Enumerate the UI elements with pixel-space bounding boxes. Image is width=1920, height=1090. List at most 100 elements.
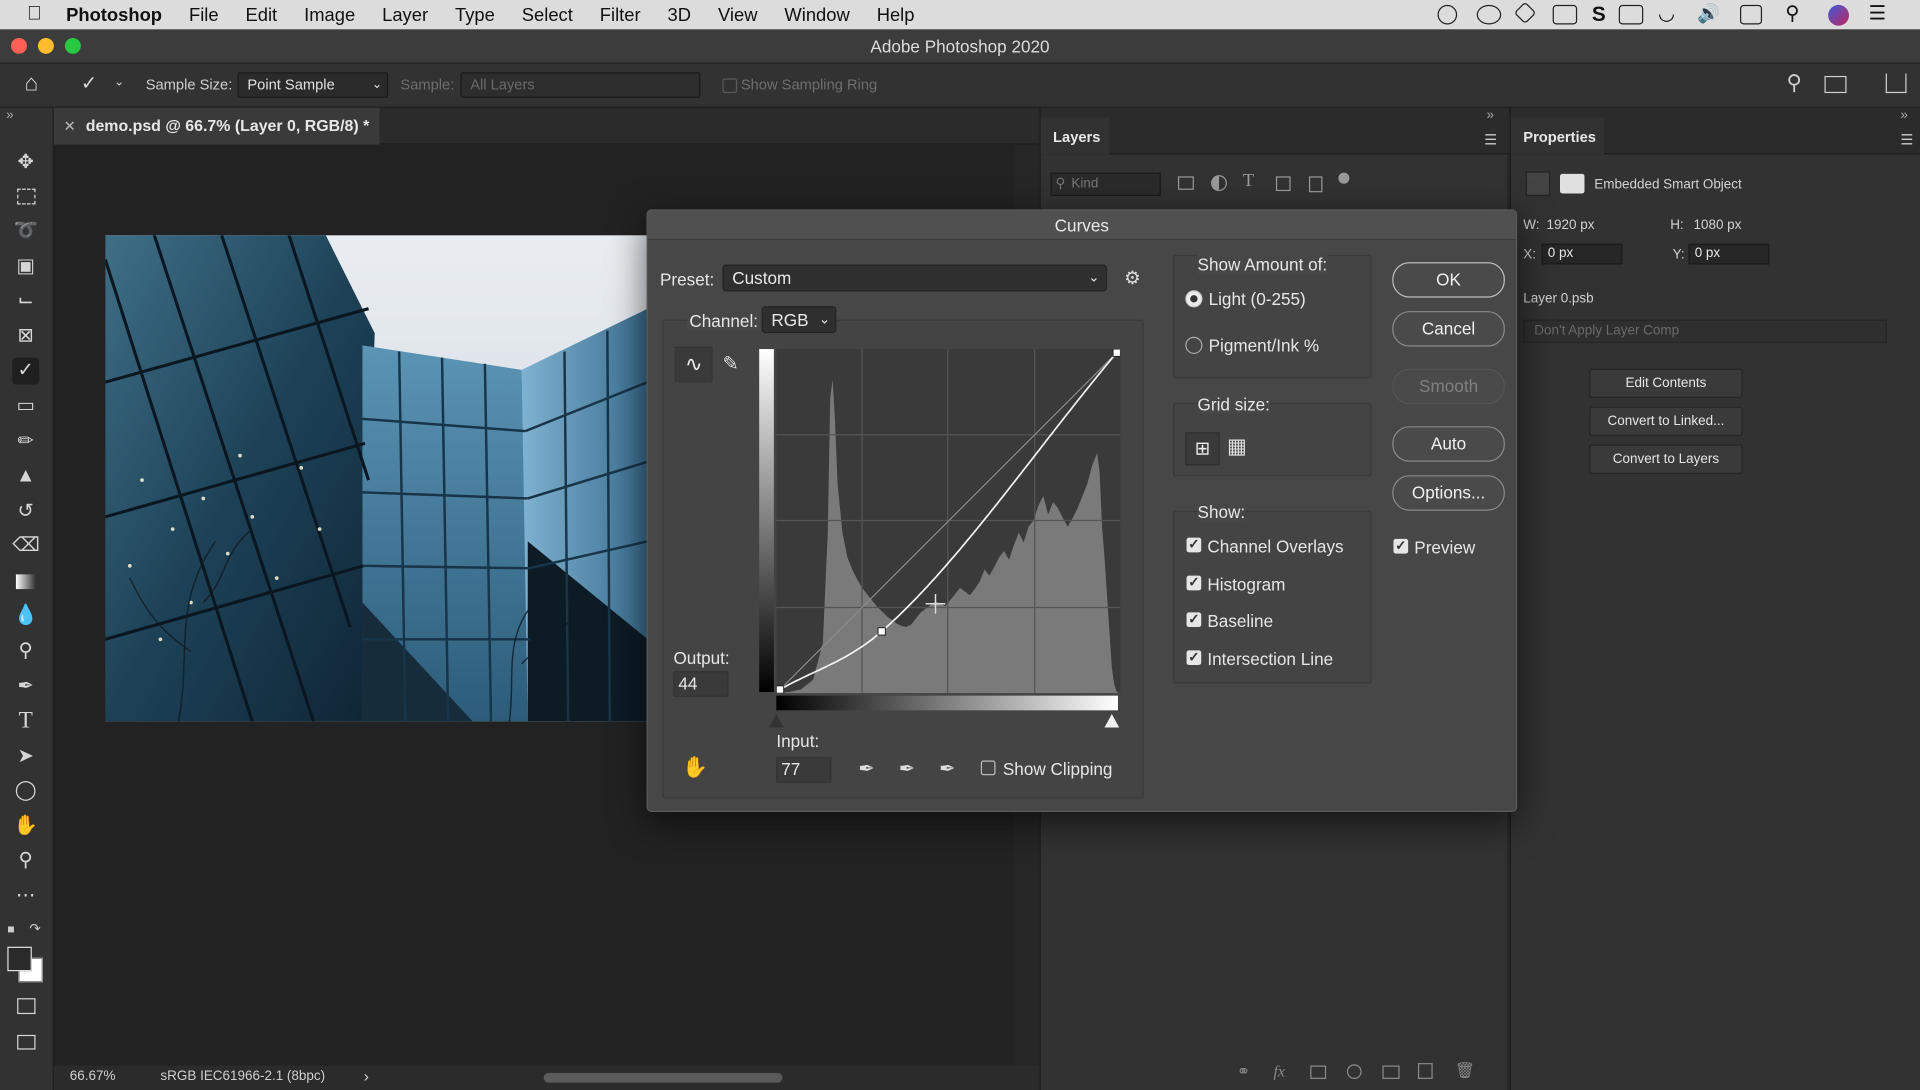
curve-edit-points-icon[interactable]: ∿	[674, 346, 713, 383]
collapse-toolbar-icon[interactable]: »	[6, 108, 14, 123]
share-icon[interactable]	[1885, 73, 1907, 94]
eyedropper-tool-icon[interactable]: ✓	[12, 357, 40, 385]
zoom-tool-icon[interactable]: ⚲	[12, 848, 39, 875]
display-icon[interactable]	[1618, 4, 1644, 25]
quick-mask-icon[interactable]	[12, 993, 39, 1020]
channel-overlays-checkbox[interactable]: ✓	[1186, 537, 1202, 553]
menu-view[interactable]: View	[718, 4, 757, 25]
menu-select[interactable]: Select	[522, 4, 573, 25]
volume-icon[interactable]: 🔊	[1697, 2, 1720, 25]
marquee-tool-icon[interactable]	[12, 184, 39, 211]
collapse-panels-icon[interactable]: »	[1487, 108, 1495, 123]
pencil-draw-icon[interactable]: ✎	[722, 351, 738, 375]
channel-select[interactable]: RGB ⌄	[761, 306, 837, 334]
search-icon[interactable]: ⚲	[1787, 71, 1802, 95]
mask-icon[interactable]	[1560, 173, 1585, 194]
curve-point[interactable]	[877, 627, 886, 636]
new-adjustment-icon[interactable]	[1346, 1064, 1362, 1079]
sample-size-select[interactable]: Point Sample ⌄	[237, 72, 389, 98]
siri-icon[interactable]	[1828, 4, 1849, 26]
path-selection-tool-icon[interactable]: ➤	[12, 743, 39, 770]
keyboard-icon[interactable]	[1740, 4, 1763, 25]
pigment-radio[interactable]	[1185, 336, 1203, 354]
layers-panel-menu-icon[interactable]: ☰	[1484, 131, 1497, 148]
output-input[interactable]: 44	[673, 671, 729, 697]
gradient-tool-icon[interactable]	[12, 568, 39, 595]
convert-to-linked-button[interactable]: Convert to Linked...	[1589, 406, 1743, 437]
status-menu-chevron-icon[interactable]: ›	[364, 1067, 369, 1085]
menu-help[interactable]: Help	[877, 4, 915, 25]
black-point-eyedropper-icon[interactable]: ✒	[858, 757, 874, 781]
fx-icon[interactable]: fx	[1273, 1062, 1284, 1082]
stack-icon[interactable]	[1552, 4, 1578, 25]
menu-image[interactable]: Image	[304, 4, 355, 25]
preset-options-gear-icon[interactable]: ⚙	[1124, 267, 1140, 289]
curve-graph[interactable]	[776, 349, 1121, 694]
blur-tool-icon[interactable]: 💧	[12, 603, 39, 630]
layer-filter-kind-select[interactable]: ⚲ Kind	[1050, 172, 1161, 196]
zoom-level[interactable]: 66.67%	[70, 1069, 116, 1084]
filter-adjustment-icon[interactable]	[1211, 175, 1227, 192]
filter-toggle-icon[interactable]	[1338, 172, 1350, 184]
document-image[interactable]	[105, 235, 648, 722]
curve-point[interactable]	[1112, 349, 1121, 357]
preset-select[interactable]: Custom ⌄	[722, 264, 1107, 292]
ok-button[interactable]: OK	[1392, 262, 1505, 298]
filter-shape-icon[interactable]	[1275, 176, 1291, 192]
eyedropper-preset-icon[interactable]: ✓	[81, 71, 97, 95]
preset-chevron-down-icon[interactable]: ⌄	[114, 76, 124, 89]
close-tab-icon[interactable]: ✕	[64, 108, 76, 145]
intersection-line-checkbox[interactable]: ✓	[1186, 650, 1202, 666]
eraser-tool-icon[interactable]: ⌫	[12, 533, 40, 560]
convert-to-layers-button[interactable]: Convert to Layers	[1589, 444, 1743, 474]
histogram-checkbox[interactable]: ✓	[1186, 575, 1202, 591]
history-brush-tool-icon[interactable]: ↺	[12, 498, 39, 525]
auto-button[interactable]: Auto	[1392, 426, 1505, 462]
wifi-icon[interactable]: ◡	[1658, 1, 1675, 25]
menu-edit[interactable]: Edit	[246, 4, 278, 25]
white-point-eyedropper-icon[interactable]: ✒	[939, 757, 955, 781]
curve-point[interactable]	[776, 685, 785, 694]
foreground-color-swatch[interactable]	[7, 946, 32, 972]
options-button[interactable]: Options...	[1392, 475, 1505, 511]
frame-tool-icon[interactable]: ⊠	[12, 323, 39, 350]
hand-tool-icon[interactable]: ✋	[12, 813, 39, 840]
more-tools-icon[interactable]: ⋯	[12, 883, 39, 910]
detailed-grid-icon[interactable]: ▦	[1227, 435, 1247, 459]
preview-checkbox[interactable]: ✓	[1393, 538, 1409, 554]
filter-type-icon[interactable]: T	[1243, 171, 1254, 192]
properties-tab[interactable]: Properties	[1511, 117, 1605, 155]
x-input[interactable]: 0 px	[1541, 243, 1623, 265]
home-icon[interactable]: ⌂	[24, 71, 38, 98]
cancel-button[interactable]: Cancel	[1392, 311, 1505, 347]
object-select-tool-icon[interactable]: ▣	[12, 254, 39, 281]
simple-grid-icon[interactable]: ⊞	[1185, 432, 1220, 466]
layers-tab[interactable]: Layers	[1040, 117, 1110, 155]
menu-window[interactable]: Window	[784, 4, 849, 25]
dropbox-icon[interactable]	[1513, 1, 1537, 25]
healing-brush-tool-icon[interactable]: ▭	[12, 393, 39, 420]
close-window-button[interactable]	[11, 37, 27, 54]
workspace-icon[interactable]	[1824, 75, 1847, 94]
default-colors-icon[interactable]: ■	[7, 923, 14, 936]
show-clipping-checkbox[interactable]	[980, 760, 996, 776]
filter-smart-object-icon[interactable]	[1308, 176, 1323, 193]
add-mask-icon[interactable]	[1310, 1065, 1327, 1079]
record-icon[interactable]	[1437, 4, 1458, 25]
move-tool-icon[interactable]: ✥	[12, 149, 39, 176]
clone-stamp-tool-icon[interactable]: ▲	[12, 463, 39, 490]
new-group-icon[interactable]	[1382, 1065, 1400, 1079]
menu-3d[interactable]: 3D	[668, 4, 691, 25]
creative-cloud-icon[interactable]	[1476, 4, 1502, 25]
crop-tool-icon[interactable]: ⌙	[12, 288, 39, 315]
collapse-properties-icon[interactable]: »	[1900, 108, 1908, 123]
filter-pixel-icon[interactable]	[1177, 176, 1194, 190]
edit-contents-button[interactable]: Edit Contents	[1589, 368, 1743, 399]
new-layer-icon[interactable]	[1417, 1063, 1433, 1079]
input-input[interactable]: 77	[776, 756, 832, 783]
gray-point-eyedropper-icon[interactable]: ✒	[899, 757, 915, 781]
type-tool-icon[interactable]: T	[12, 708, 39, 735]
white-point-slider[interactable]	[1104, 714, 1120, 728]
dodge-tool-icon[interactable]: ⚲	[12, 638, 39, 665]
swap-colors-icon[interactable]: ↷	[29, 921, 40, 937]
